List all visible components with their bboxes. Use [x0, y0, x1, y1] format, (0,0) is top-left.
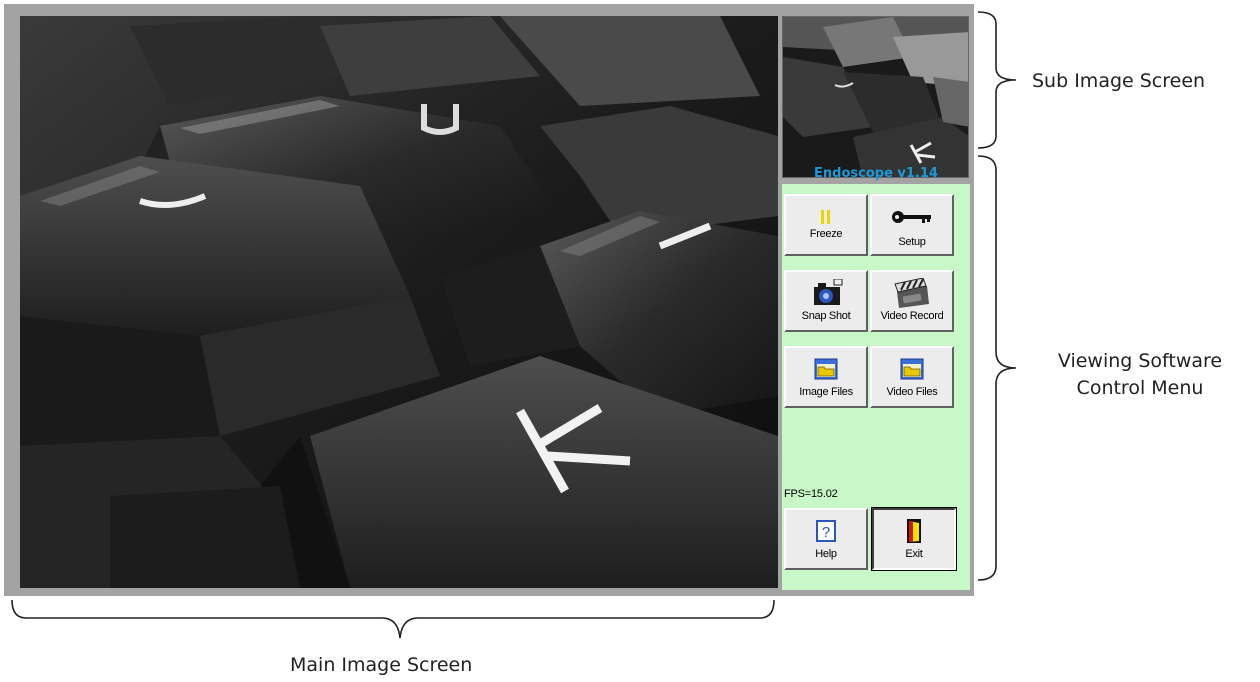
image-files-button[interactable]: Image Files [784, 346, 868, 408]
main-image-brace [11, 599, 775, 639]
image-files-label: Image Files [799, 386, 853, 398]
folder-icon [872, 354, 952, 384]
main-image-screen[interactable] [20, 16, 778, 588]
sub-image-screen[interactable] [782, 16, 969, 178]
setup-label: Setup [898, 236, 926, 248]
app-title-text: Endoscope v1.14 [814, 166, 938, 181]
clapperboard-icon [872, 278, 952, 308]
control-menu-brace [977, 155, 1017, 581]
snapshot-button[interactable]: Snap Shot [784, 270, 868, 332]
sub-camera-image [783, 17, 968, 177]
exit-label: Exit [905, 548, 923, 560]
video-files-label: Video Files [886, 386, 938, 398]
exit-door-icon [874, 516, 954, 546]
help-button[interactable]: ? Help [784, 508, 868, 570]
main-image-callout: Main Image Screen [290, 654, 473, 676]
freeze-label: Freeze [809, 228, 843, 240]
svg-text:?: ? [822, 524, 830, 541]
main-camera-image [20, 16, 778, 588]
sub-image-callout: Sub Image Screen [1032, 70, 1206, 92]
help-label: Help [815, 548, 837, 560]
key-icon [872, 202, 952, 232]
folder-icon [786, 354, 866, 384]
sub-image-brace [977, 11, 1017, 149]
exit-button[interactable]: Exit [871, 507, 957, 571]
setup-button[interactable]: Setup [870, 194, 954, 256]
fps-readout: FPS=15.02 [784, 488, 838, 500]
video-files-button[interactable]: Video Files [870, 346, 954, 408]
control-menu-callout-line2: Control Menu [1076, 377, 1204, 399]
help-icon: ? [786, 516, 866, 546]
video-record-button[interactable]: Video Record [870, 270, 954, 332]
snapshot-label: Snap Shot [801, 310, 851, 322]
control-menu-callout-line1: Viewing Software [1057, 350, 1223, 372]
control-menu-callout: Viewing Software Control Menu [1020, 348, 1260, 402]
freeze-button[interactable]: Freeze [784, 194, 868, 256]
camera-icon [786, 278, 866, 308]
video-record-label: Video Record [880, 310, 944, 322]
